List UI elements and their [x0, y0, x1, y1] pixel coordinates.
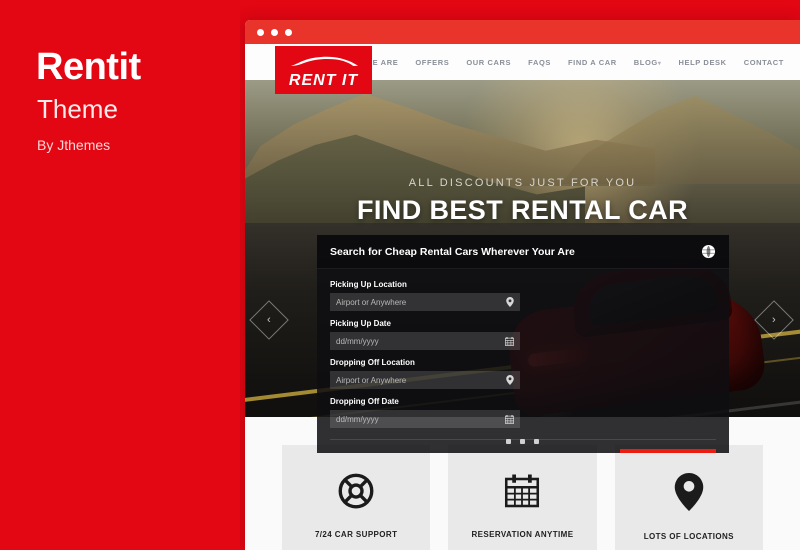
slider-next-arrow-icon: › [772, 313, 776, 326]
calendar-icon [505, 414, 514, 424]
slider-dot-2[interactable] [520, 439, 525, 444]
nav-item-blog[interactable]: BLOG▾ [634, 58, 662, 67]
field-group-dropoff-date: Dropping Off Date dd/mm/yyyy [330, 397, 520, 436]
window-dot-minimize-icon[interactable] [271, 28, 278, 36]
desktop-mockup: RENT IT WHO WE ARE OFFERS OUR CARS FAQS … [245, 20, 800, 550]
dropoff-date-input[interactable]: dd/mm/yyyy [330, 410, 520, 428]
lifebuoy-icon [338, 473, 374, 514]
window-dot-close-icon[interactable] [257, 28, 264, 36]
map-pin-icon [506, 297, 514, 307]
slider-pagination [245, 439, 800, 444]
nav-item-blog-label: BLOG [633, 57, 658, 67]
map-pin-icon [506, 375, 514, 385]
nav-item-help-desk[interactable]: HELP DESK [678, 58, 726, 67]
field-label: Picking Up Location [330, 280, 407, 289]
hero-slider: ALL DISCOUNTS JUST FOR YOU FIND BEST REN… [245, 80, 800, 453]
site-logo[interactable]: RENT IT [275, 46, 372, 94]
nav-item-offers[interactable]: OFFERS [415, 58, 449, 67]
feature-card-reservation[interactable]: RESERVATION ANYTIME [448, 445, 597, 550]
find-car-button[interactable]: FIND CAR [620, 449, 716, 453]
slider-dot-1[interactable] [506, 439, 511, 444]
nav-item-our-cars[interactable]: OUR CARS [466, 58, 511, 67]
calendar-icon [505, 336, 514, 346]
feature-card-support[interactable]: 7/24 CAR SUPPORT [282, 445, 431, 550]
slider-dot-3[interactable] [534, 439, 539, 444]
site-logo-text: RENT IT [288, 72, 359, 89]
car-silhouette-icon [288, 56, 359, 66]
map-pin-icon [674, 473, 704, 516]
promo-title: Rentit [36, 46, 141, 88]
hero-title: FIND BEST RENTAL CAR [357, 195, 688, 225]
window-dot-maximize-icon[interactable] [285, 28, 292, 36]
dropoff-location-input[interactable]: Airport or Anywhere [330, 371, 520, 389]
field-placeholder: Airport or Anywhere [336, 375, 407, 385]
search-panel: Search for Cheap Rental Cars Wherever Yo… [317, 235, 729, 453]
promo-panel: Rentit Theme By Jthemes [0, 0, 240, 550]
chevron-down-icon: ▾ [657, 60, 662, 67]
nav-item-contact[interactable]: CONTACT [744, 58, 784, 67]
field-placeholder: Airport or Anywhere [336, 297, 407, 307]
desktop-browser-chrome [245, 20, 800, 44]
globe-icon [701, 244, 716, 259]
field-group-dropoff-location: Dropping Off Location Airport or Anywher… [330, 358, 520, 397]
feature-card-locations[interactable]: LOTS OF LOCATIONS [614, 445, 763, 550]
feature-label: RESERVATION ANYTIME [471, 530, 574, 539]
search-panel-fields: Picking Up Location Airport or Anywhere … [317, 269, 729, 436]
nav-item-find-a-car[interactable]: FIND A CAR [568, 58, 617, 67]
calendar-icon [504, 473, 540, 514]
field-placeholder: dd/mm/yyyy [336, 336, 379, 346]
hero-eyebrow: ALL DISCOUNTS JUST FOR YOU [408, 177, 637, 189]
field-group-pickup-date: Picking Up Date dd/mm/yyyy [330, 319, 520, 358]
field-group-pickup-location: Picking Up Location Airport or Anywhere [330, 280, 520, 319]
main-navigation: WHO WE ARE OFFERS OUR CARS FAQS FIND A C… [342, 44, 784, 80]
slider-prev-arrow-icon: ‹ [267, 313, 271, 326]
feature-label: 7/24 CAR SUPPORT [314, 530, 398, 539]
search-panel-heading: Search for Cheap Rental Cars Wherever Yo… [330, 245, 575, 258]
field-placeholder: dd/mm/yyyy [336, 414, 379, 424]
pickup-location-input[interactable]: Airport or Anywhere [330, 293, 520, 311]
feature-label: LOTS OF LOCATIONS [643, 532, 734, 541]
search-panel-header: Search for Cheap Rental Cars Wherever Yo… [317, 235, 729, 269]
promo-subtitle: Theme [37, 94, 118, 124]
promo-author: By Jthemes [37, 137, 111, 153]
field-label: Dropping Off Date [330, 397, 399, 406]
pickup-date-input[interactable]: dd/mm/yyyy [330, 332, 520, 350]
desktop-navbar: RENT IT WHO WE ARE OFFERS OUR CARS FAQS … [245, 44, 800, 94]
field-label: Dropping Off Location [330, 358, 415, 367]
field-label: Picking Up Date [330, 319, 391, 328]
nav-item-faqs[interactable]: FAQS [528, 58, 551, 67]
